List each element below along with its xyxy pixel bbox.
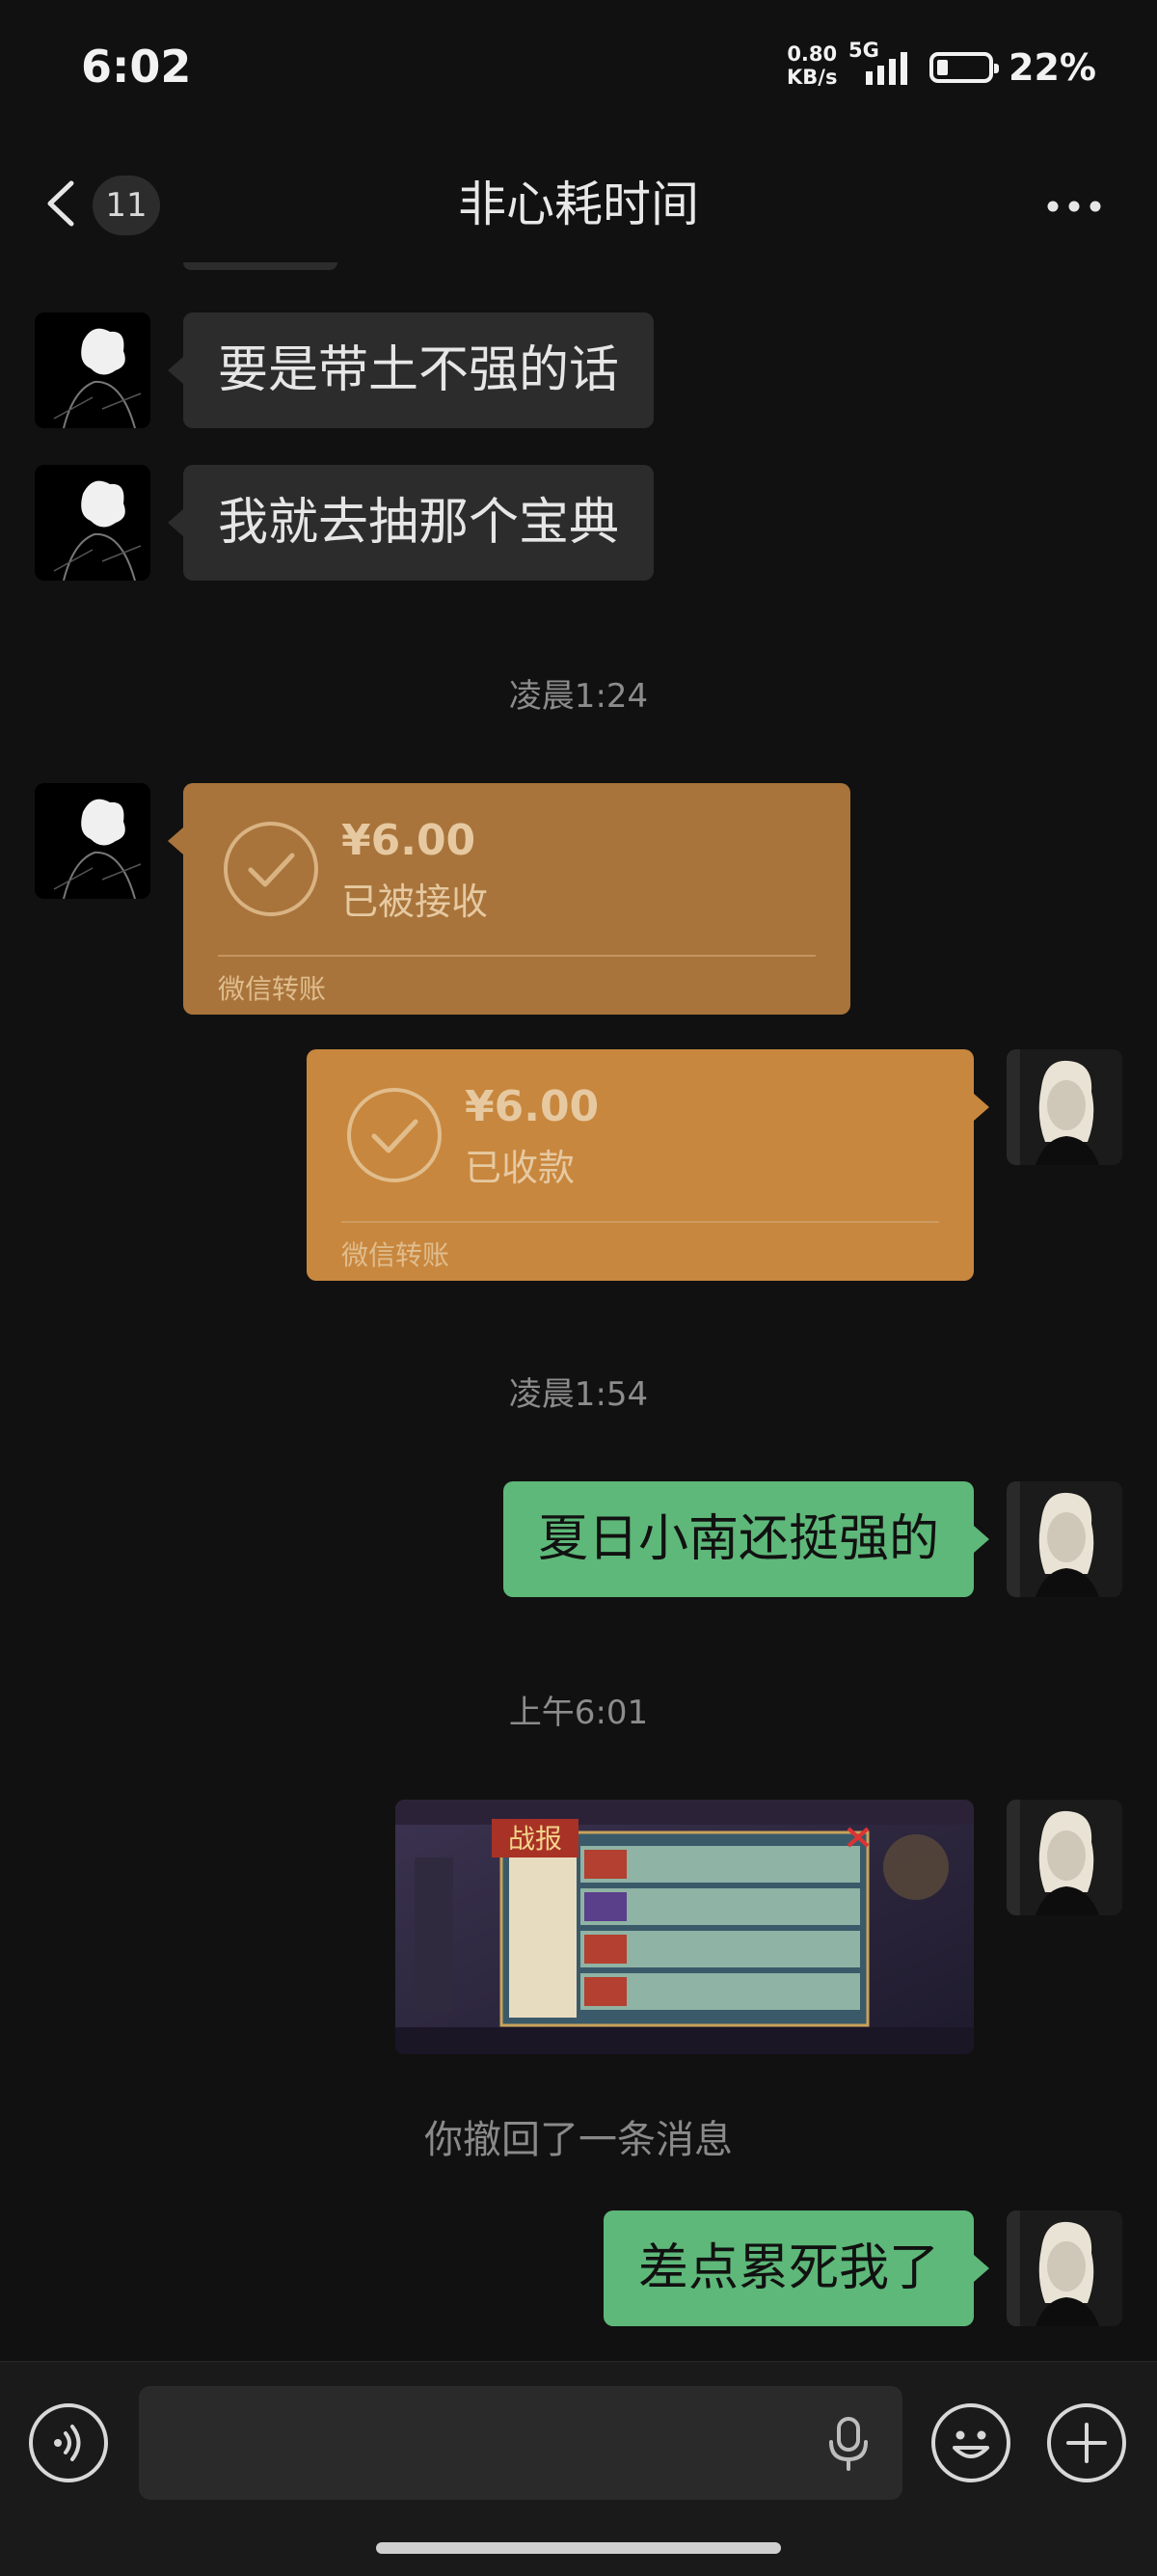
avatar-self[interactable] [1007,1049,1122,1165]
voice-waves-icon [54,2425,81,2461]
bubble-tail [974,2255,989,2282]
plus-sign-icon [1066,2423,1107,2463]
avatar-self[interactable] [1007,1800,1122,1915]
avatar-self-image [1007,2210,1122,2326]
bubble-tail [974,1526,989,1553]
transfer-status: 已收款 [465,1147,576,1189]
unread-count-badge[interactable]: 11 [93,176,160,235]
battery-percent: 22% [1009,46,1096,89]
avatar-self-image [1007,1481,1122,1597]
check-circle-icon [224,822,318,916]
transfer-card-received[interactable]: ¥6.00 已被接收 微信转账 [183,783,850,1015]
avatar-contact-image [35,312,150,428]
microphone-icon[interactable] [825,2415,872,2471]
transfer-amount: ¥6.00 [341,816,476,865]
network-speed-unit: KB/s [787,66,838,89]
signal-icon [866,52,907,85]
recall-notice: 你撤回了一条消息 [424,2118,733,2162]
chevron-left-icon[interactable] [42,179,81,228]
bubble-tail [168,509,183,536]
avatar-contact[interactable] [35,465,150,581]
game-screenshot-image: 战报 [395,1800,974,2054]
avatar-contact[interactable] [35,312,150,428]
plus-icon[interactable] [1047,2403,1126,2482]
avatar-contact-image [35,465,150,581]
battery-level [937,60,948,75]
chat-title: 非心耗时间 [458,176,699,232]
bubble-tail [974,1094,989,1121]
status-time: 6:02 [81,41,192,93]
message-bubble-received[interactable]: 我就去抽那个宝典 [183,465,655,581]
timestamp-separator: 凌晨1:54 [508,1375,649,1414]
image-message[interactable]: 战报 [395,1800,974,2054]
avatar-self-image [1007,1049,1122,1165]
battery-icon [929,52,999,83]
avatar-self[interactable] [1007,1481,1122,1597]
divider [218,955,816,957]
divider [341,1221,939,1223]
network-speed: 0.80 KB/s [787,42,837,89]
bubble-tail [168,357,183,384]
voice-icon[interactable] [29,2403,108,2482]
timestamp-separator: 凌晨1:24 [508,677,649,716]
transfer-brand: 微信转账 [341,1239,450,1271]
transfer-status: 已被接收 [341,881,489,923]
avatar-self[interactable] [1007,2210,1122,2326]
ellipsis-icon[interactable] [1045,189,1103,224]
message-bubble-sent[interactable]: 夏日小南还挺强的 [502,1481,974,1597]
message-input[interactable] [139,2386,902,2500]
emoji-icon[interactable] [931,2403,1010,2482]
avatar-self-image [1007,1800,1122,1915]
message-bubble-received[interactable]: 要是带土不强的话 [183,312,655,428]
network-speed-value: 0.80 [787,42,838,66]
image-badge-text: 战报 [508,1823,562,1855]
avatar-contact[interactable] [35,783,150,899]
transfer-card-sent[interactable]: ¥6.00 已收款 微信转账 [307,1049,974,1281]
smiley-face-icon [953,2430,989,2458]
transfer-brand: 微信转账 [218,973,327,1005]
bubble-tail [168,827,183,854]
message-bubble-sent[interactable]: 差点累死我了 [603,2210,974,2326]
transfer-amount: ¥6.00 [465,1082,600,1131]
check-circle-icon [347,1088,442,1182]
home-indicator[interactable] [376,2542,781,2554]
timestamp-separator: 上午6:01 [508,1694,649,1732]
avatar-contact-image [35,783,150,899]
previous-bubble-edge [183,262,337,270]
